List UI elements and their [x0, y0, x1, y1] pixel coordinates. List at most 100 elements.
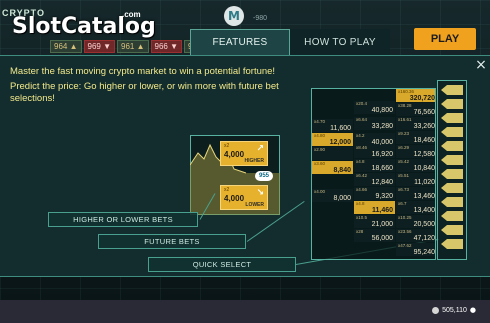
cell-value: 320,720 [409, 95, 435, 102]
cell-multiplier: x160.36 [398, 89, 415, 94]
cell-value: 11,600 [330, 125, 351, 132]
cell-multiplier: x6.73 [398, 187, 410, 192]
quick-select-arrow-icon[interactable] [441, 211, 464, 221]
price-axis-value: -980 [253, 15, 268, 22]
grid-cell: x4.66 9,320 [354, 187, 395, 200]
cell-value: 16,920 [371, 151, 393, 158]
cell-value: 21,000 [371, 221, 393, 228]
cell-multiplier: x16.61 [398, 117, 412, 122]
grid-cell: x4.80 12,000 [312, 133, 353, 146]
bet-amount: 4,000 [224, 150, 245, 159]
quick-select-arrow-icon[interactable] [441, 141, 464, 151]
grid-cell: x4.8 11,460 [354, 201, 395, 214]
close-icon[interactable]: × [474, 58, 488, 72]
cell-value: 11,460 [371, 207, 393, 214]
grid-cell: x8.46 16,920 [354, 145, 395, 158]
cell-multiplier: x4.70 [314, 119, 326, 124]
cell-value: 13,460 [413, 193, 435, 200]
grid-cell: x10.5 21,000 [354, 215, 395, 228]
cell-multiplier: x4.2 [356, 133, 365, 138]
quick-select-arrow-icon[interactable] [441, 239, 464, 249]
cell-multiplier: x28 [356, 229, 364, 234]
quick-select-arrow-icon[interactable] [441, 155, 464, 165]
cell-multiplier: x4.00 [314, 189, 326, 194]
tab-how-to-play[interactable]: HOW TO PLAY [290, 29, 390, 55]
quick-select-arrow-icon[interactable] [441, 169, 464, 179]
cell-multiplier: x6.42 [356, 173, 368, 178]
cell-multiplier: x10.5 [356, 215, 368, 220]
play-button[interactable]: PLAY [414, 28, 476, 50]
info-tabs: FEATURES HOW TO PLAY [190, 29, 390, 55]
cell-value: 18,460 [413, 137, 435, 144]
cell-value: 33,280 [371, 123, 393, 130]
grid-cell: x47.62 95,240 [396, 243, 435, 256]
cell-multiplier: x2.90 [314, 147, 326, 152]
cell-multiplier: x47.62 [398, 243, 412, 248]
grid-cell: x6.7 13,400 [396, 201, 435, 214]
grid-cell: x6.64 33,280 [354, 117, 395, 130]
cell-multiplier: x20.4 [356, 101, 368, 106]
grid-cell: x9.23 18,460 [396, 131, 435, 144]
bet-direction: LOWER [245, 202, 264, 208]
cell-multiplier: x4.8 [356, 201, 365, 206]
grid-cell: x2.90 [312, 147, 353, 160]
cell-multiplier: x10.25 [398, 215, 412, 220]
future-bets-label[interactable]: FUTURE BETS [98, 234, 246, 249]
grid-cell: x28 56,000 [354, 229, 395, 242]
intro-paragraph: Predict the price: Go higher or lower, o… [10, 81, 279, 104]
quick-select-label[interactable]: QUICK SELECT [148, 257, 296, 272]
quick-select-arrow-icon[interactable] [441, 183, 464, 193]
intro-text: Master the fast moving crypto market to … [10, 66, 310, 108]
grid-cell: x6.29 12,580 [396, 145, 435, 158]
intro-paragraph: Master the fast moving crypto market to … [10, 66, 276, 77]
bottom-bar [0, 300, 490, 323]
price-chip: 961 ▲ [117, 40, 149, 53]
grid-cell: x16.61 33,260 [396, 117, 435, 130]
grid-cell: x4.00 8,000 [312, 189, 353, 202]
arrow-down-right-icon: ↘ [256, 188, 264, 198]
price-chip: 964 ▲ [50, 40, 82, 53]
quick-select-arrow-icon[interactable] [441, 113, 464, 123]
quick-select-arrow-icon[interactable] [441, 197, 464, 207]
logo: CRYPTO SlotCatalog .com [0, 4, 156, 40]
balance-value: 505,110 [442, 306, 467, 314]
cell-multiplier: x4.8 [356, 159, 365, 164]
user-icon[interactable]: ● [470, 306, 476, 314]
coin-icon [432, 306, 440, 314]
cell-value: 18,660 [371, 165, 393, 172]
grid-cell: x160.36 320,720 [396, 89, 435, 102]
quick-select-column [437, 80, 467, 260]
cell-multiplier: x3.60 [314, 161, 326, 166]
quick-select-arrow-icon[interactable] [441, 225, 464, 235]
cell-value: 8,000 [333, 195, 351, 202]
grid-cell: x6.73 13,460 [396, 187, 435, 200]
bet-amount: 4,000 [224, 194, 245, 203]
tab-features[interactable]: FEATURES [190, 29, 290, 55]
brand-badge-icon: M [224, 6, 244, 26]
cell-value: 8,840 [333, 167, 351, 174]
grid-cell: x23.56 47,120 [396, 229, 435, 242]
future-bets-grid: x4.70 11,600 x4.80 12,000 x2.90 x3.60 8,840… [311, 88, 436, 260]
cell-multiplier: x4.66 [356, 187, 368, 192]
cell-value: 11,020 [414, 179, 435, 186]
logo-domain-text: .com [122, 10, 141, 19]
quick-select-arrow-icon[interactable] [441, 85, 464, 95]
cell-value: 76,560 [413, 109, 435, 116]
cell-multiplier: x6.7 [398, 201, 407, 206]
grid-cell: x5.42 10,840 [396, 159, 435, 172]
bet-multiplier: x2 [224, 187, 230, 193]
cell-multiplier: x5.51 [398, 173, 410, 178]
cell-value: 56,000 [371, 235, 393, 242]
higher-lower-bets-label[interactable]: HIGHER OR LOWER BETS [48, 212, 198, 227]
bet-multiplier: x2 [224, 143, 230, 149]
cell-value: 10,840 [413, 165, 435, 172]
lower-bet-card: x2 4,000 ↘ LOWER [220, 185, 268, 210]
cell-multiplier: x23.56 [398, 229, 412, 234]
cell-value: 40,800 [371, 107, 393, 114]
grid-cell: x5.51 11,020 [396, 173, 435, 186]
grid-cell: x38.28 76,560 [396, 103, 435, 116]
quick-select-arrow-icon[interactable] [441, 99, 464, 109]
quick-select-arrow-icon[interactable] [441, 127, 464, 137]
cell-multiplier: x38.28 [398, 103, 412, 108]
cell-multiplier: x6.29 [398, 145, 410, 150]
